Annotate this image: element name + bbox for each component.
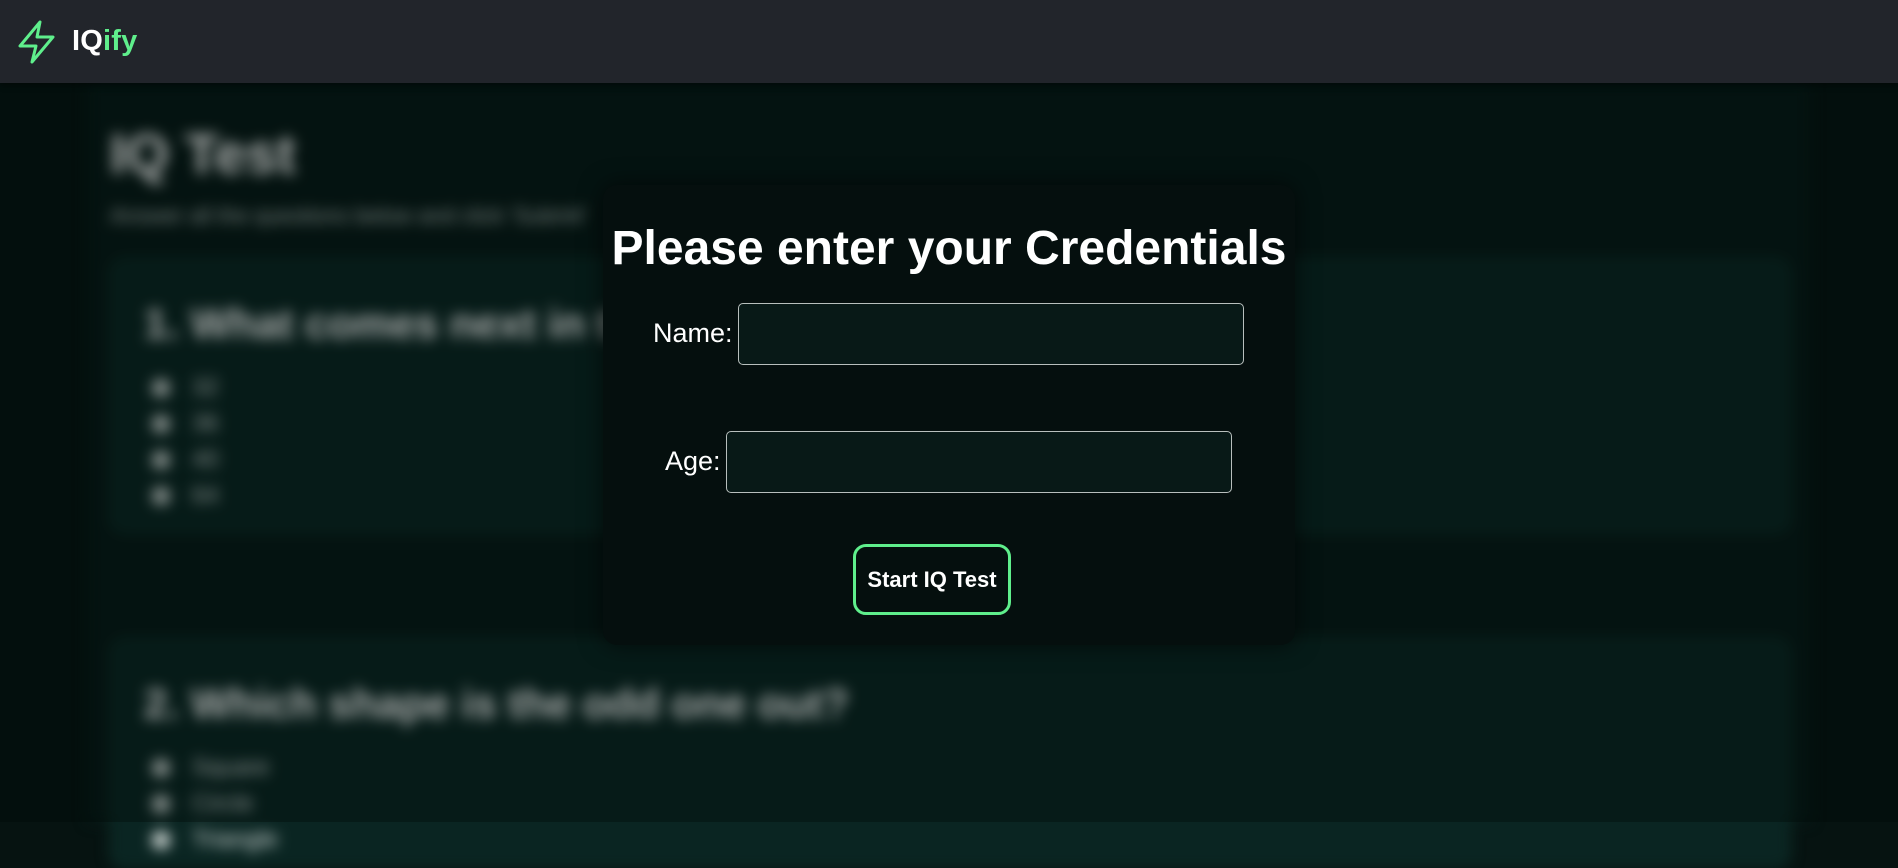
modal-title: Please enter your Credentials	[611, 222, 1287, 275]
name-label: Name:	[653, 318, 733, 348]
navbar: IQify	[0, 0, 1898, 83]
option-label: Triangle	[192, 826, 278, 853]
brand-text-ify: ify	[103, 25, 138, 57]
age-input[interactable]	[726, 431, 1232, 493]
name-input[interactable]	[738, 303, 1244, 365]
radio-icon[interactable]	[152, 831, 170, 849]
credentials-modal: Please enter your Credentials Name: Age:…	[603, 185, 1295, 645]
option-item[interactable]: Triangle	[152, 822, 278, 858]
brand-logo[interactable]: IQify	[72, 25, 137, 58]
age-label: Age:	[665, 446, 721, 476]
lightning-bolt-icon[interactable]	[16, 19, 58, 65]
start-iq-test-button[interactable]: Start IQ Test	[853, 544, 1011, 615]
brand-text-iq: IQ	[72, 25, 104, 57]
